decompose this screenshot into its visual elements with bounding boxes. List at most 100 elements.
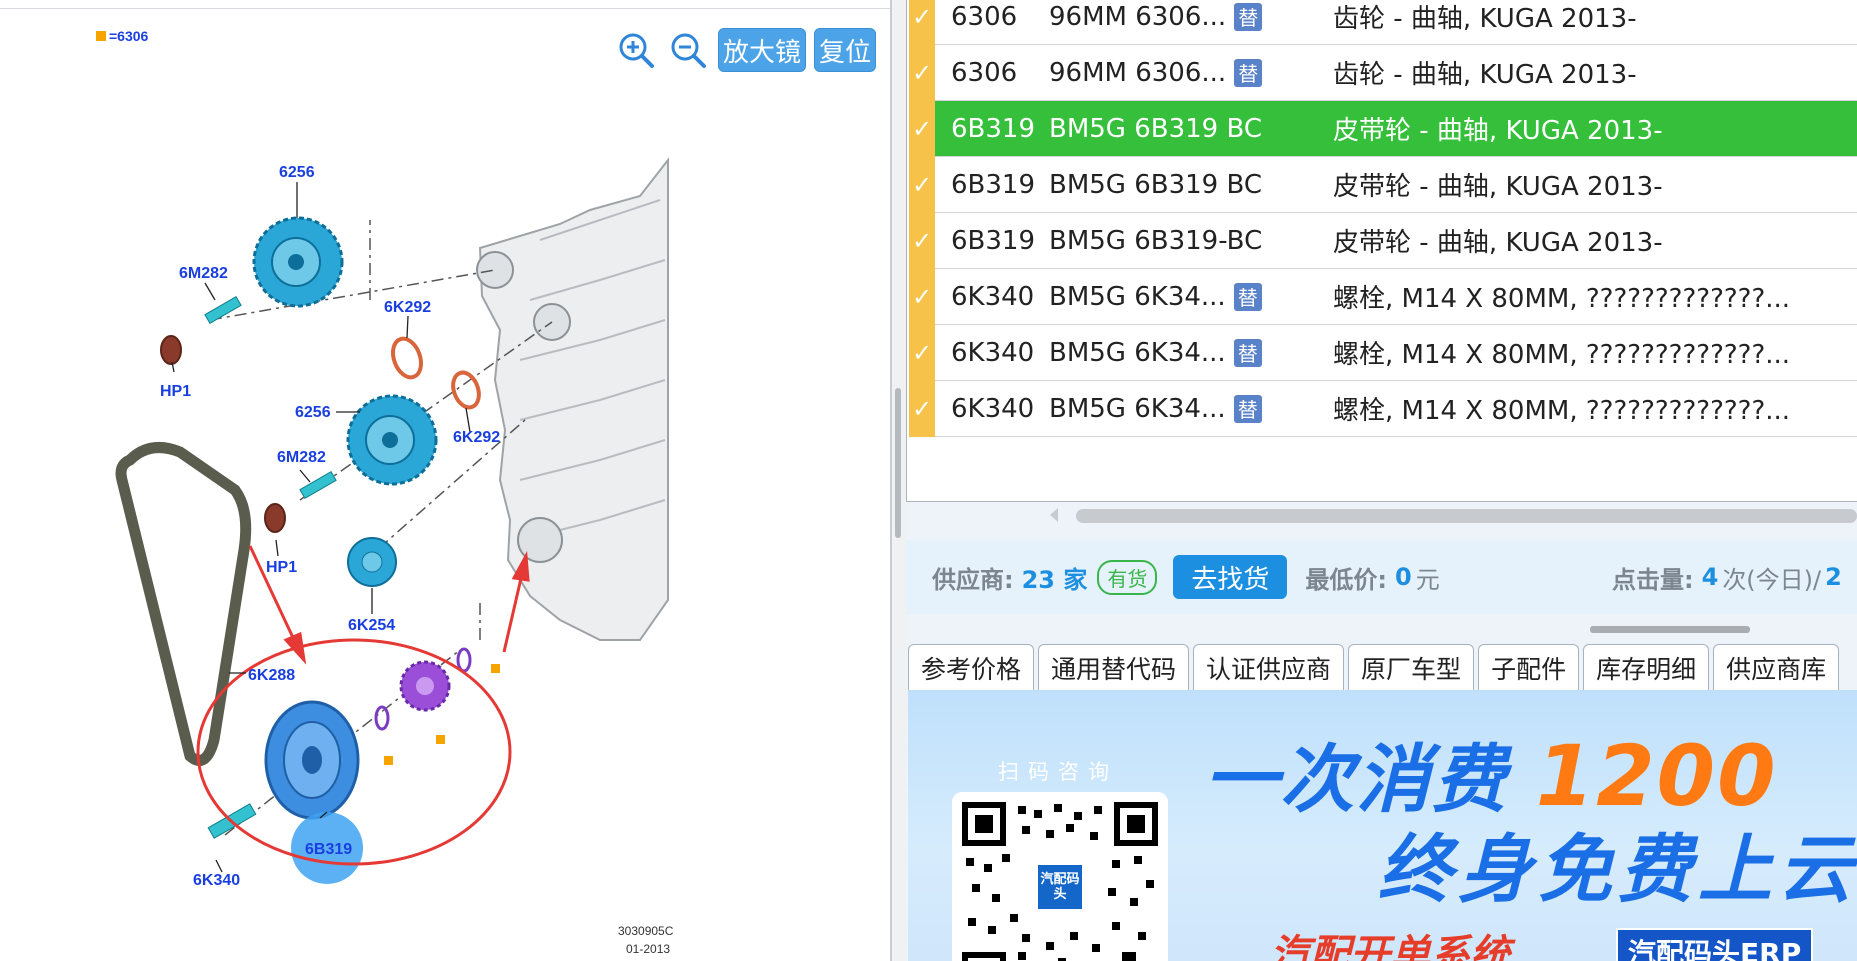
substitute-badge[interactable]: 替 (1233, 282, 1262, 311)
cell-code: 6B319 (951, 169, 1036, 200)
substitute-badge[interactable]: 替 (1234, 58, 1263, 87)
cell-description: 齿轮 - 曲轴, KUGA 2013- (1333, 60, 1637, 90)
tab-2[interactable]: 认证供应商 (1193, 644, 1345, 690)
clicks-label: 点击量: (1612, 565, 1694, 594)
table-row[interactable]: ✓ 6B319 BM5G 6B319-BC 皮带轮 - 曲轴, KUGA 2013- (909, 212, 1857, 269)
part-number-text: BM5G 6B319 BC (1049, 113, 1263, 144)
substitute-badge[interactable]: 替 (1233, 338, 1262, 367)
cell-code: 6K340 (951, 393, 1035, 424)
part-number-text: 96MM 6306... (1049, 57, 1227, 88)
substitute-badge[interactable]: 替 (1234, 2, 1263, 31)
tab-6[interactable]: 供应商库 (1713, 644, 1840, 690)
diagram-stamp-date: 01-2013 (626, 942, 671, 956)
tab-3[interactable]: 原厂车型 (1348, 644, 1475, 690)
scroll-thumb[interactable] (1076, 509, 1857, 523)
marker-6306-c (384, 756, 393, 765)
click-stats: 点击量: 4 次(今日)/ 2 (1612, 560, 1842, 595)
marker-6306-b (436, 735, 445, 744)
parts-pane: ✓ 6306 96MM 6306... 替齿轮 - 曲轴, KUGA 2013- ✓ 63… (906, 0, 1857, 961)
cell-code: 6B319 (951, 225, 1036, 256)
promo-banner[interactable]: 扫码咨询 汽配码头 一次消费 1200 终身免费上云 汽配开单系统 汽配码头ER… (908, 690, 1857, 961)
cell-part-number: 96MM 6306... 替 (1049, 2, 1263, 32)
washer-top-illustration (160, 335, 182, 365)
splitter-grip[interactable] (895, 388, 901, 538)
table-row[interactable]: ✓ 6B319 BM5G 6B319 BC 皮带轮 - 曲轴, KUGA 2013- (909, 156, 1857, 213)
min-price-unit: 元 (1415, 565, 1440, 594)
cell-description: 皮带轮 - 曲轴, KUGA 2013- (1333, 172, 1663, 202)
label-cam-gear-top[interactable]: 6256 (279, 164, 315, 181)
part-number-text: BM5G 6B319-BC (1049, 225, 1263, 256)
cell-code: 6K340 (951, 337, 1035, 368)
find-goods-button[interactable]: 去找货 (1173, 555, 1288, 599)
detail-tabs: 参考价格 通用替代码 认证供应商 原厂车型 子配件 库存明细 供应商库 (906, 644, 1857, 690)
label-crank-bolt[interactable]: 6K340 (193, 872, 240, 889)
diagram-pane: =6306 放大镜 复位 6256 6M282 6K292 HP1 6256 6… (0, 0, 892, 961)
table-row[interactable]: ✓ 6306 96MM 6306... 替 齿轮 - 曲轴, KUGA 2013- (909, 44, 1857, 101)
crank-sprocket-illustration (374, 647, 472, 731)
row-checkbox[interactable]: ✓ (909, 100, 935, 157)
cam-gear-mid-illustration (346, 394, 438, 486)
label-bolt-top[interactable]: 6M282 (179, 265, 228, 282)
horizontal-splitter-grip[interactable] (1590, 626, 1750, 633)
label-pulley[interactable]: 6B319 (305, 841, 352, 858)
tab-4[interactable]: 子配件 (1478, 644, 1580, 690)
bolt-top-illustration (204, 295, 242, 325)
tab-5[interactable]: 库存明细 (1583, 644, 1710, 690)
label-belt[interactable]: 6K288 (248, 667, 295, 684)
part-number-text: BM5G 6B319 BC (1049, 169, 1263, 200)
timing-belt-illustration (115, 442, 252, 766)
supplier-count: 23 家 (1021, 565, 1088, 594)
parts-table: ✓ 6306 96MM 6306... 替齿轮 - 曲轴, KUGA 2013- ✓ 63… (906, 0, 1857, 502)
min-price-label: 最低价: (1305, 565, 1387, 594)
cell-part-number: 96MM 6306... 替 (1049, 57, 1263, 88)
table-row[interactable]: ✓ 6K340 BM5G 6K34... 替 螺栓, M14 X 80MM, ?????… (909, 324, 1857, 381)
vertical-splitter[interactable] (892, 0, 906, 961)
part-number-text: BM5G 6K34... (1049, 337, 1226, 368)
promo-tag: 汽配码头ERP (1616, 928, 1814, 961)
cell-description: 齿轮 - 曲轴, KUGA 2013- (1333, 4, 1637, 34)
row-checkbox[interactable]: ✓ (909, 268, 935, 325)
substitute-badge[interactable]: 替 (1233, 394, 1262, 423)
table-horizontal-scrollbar[interactable] (1050, 504, 1857, 526)
cam-gear-top-illustration (252, 216, 344, 308)
table-row[interactable]: ✓ 6B319 BM5G 6B319 BC 皮带轮 - 曲轴, KUGA 2013- (909, 100, 1857, 157)
label-seal-mid[interactable]: 6K292 (453, 429, 500, 446)
supplier-label: 供应商: (932, 565, 1014, 594)
cell-part-number: BM5G 6K34... 替 (1049, 338, 1262, 368)
clicks-today-value: 4 (1701, 563, 1719, 591)
row-checkbox[interactable]: ✓ (909, 44, 935, 101)
label-bolt-mid[interactable]: 6M282 (277, 449, 326, 466)
seal-mid-illustration (451, 370, 481, 410)
tab-0[interactable]: 参考价格 (908, 644, 1035, 690)
label-washer-mid[interactable]: HP1 (266, 559, 297, 576)
label-washer-top[interactable]: HP1 (160, 383, 191, 400)
label-tensioner[interactable]: 6K254 (348, 617, 395, 634)
table-row[interactable]: ✓ 6306 96MM 6306... 替 齿轮 - 曲轴, KUGA 2013- (909, 0, 1857, 45)
row-checkbox[interactable]: ✓ (909, 212, 935, 269)
tab-1[interactable]: 通用替代码 (1038, 644, 1190, 690)
cell-code: 6B319 (951, 113, 1036, 144)
cell-description: 螺栓, M14 X 80MM, ?????????????... (1333, 284, 1791, 314)
scroll-left-arrow-icon[interactable] (1050, 508, 1058, 522)
supplier-info-bar: 供应商: 23 家 有货 去找货 最低价: 0 元 点击量: 4 次(今日)/ … (906, 540, 1857, 614)
label-seal-top[interactable]: 6K292 (384, 299, 431, 316)
label-cam-gear-mid[interactable]: 6256 (295, 404, 331, 421)
exploded-diagram[interactable]: 6256 6M282 6K292 HP1 6256 6K292 6M282 HP… (0, 0, 892, 961)
part-number-text: BM5G 6K34... (1049, 281, 1226, 312)
table-row[interactable]: ✓ 6K340 BM5G 6K34... 替 螺栓, M14 X 80MM, ?????… (909, 268, 1857, 325)
qr-logo: 汽配码头 (1035, 862, 1085, 912)
row-checkbox[interactable]: ✓ (909, 0, 935, 45)
clicks-today-suffix: 次(今日)/ (1722, 565, 1822, 594)
cell-part-number: BM5G 6K34... 替 (1049, 394, 1262, 424)
cell-part-number: BM5G 6K34... 替 (1049, 282, 1262, 312)
row-checkbox[interactable]: ✓ (909, 380, 935, 437)
row-checkbox[interactable]: ✓ (909, 156, 935, 213)
washer-mid-illustration (264, 503, 286, 533)
row-checkbox[interactable]: ✓ (909, 324, 935, 381)
promo-line-2: 终身免费上云 (1378, 827, 1857, 913)
seal-top-illustration (390, 336, 424, 380)
table-row[interactable]: ✓ 6K340 BM5G 6K34... 替 螺栓, M14 X 80MM, ?????… (909, 380, 1857, 437)
qr-title: 扫码咨询 (998, 760, 1118, 784)
cell-part-number: BM5G 6B319-BC (1049, 226, 1262, 256)
cell-description: 皮带轮 - 曲轴, KUGA 2013- (1333, 116, 1663, 146)
